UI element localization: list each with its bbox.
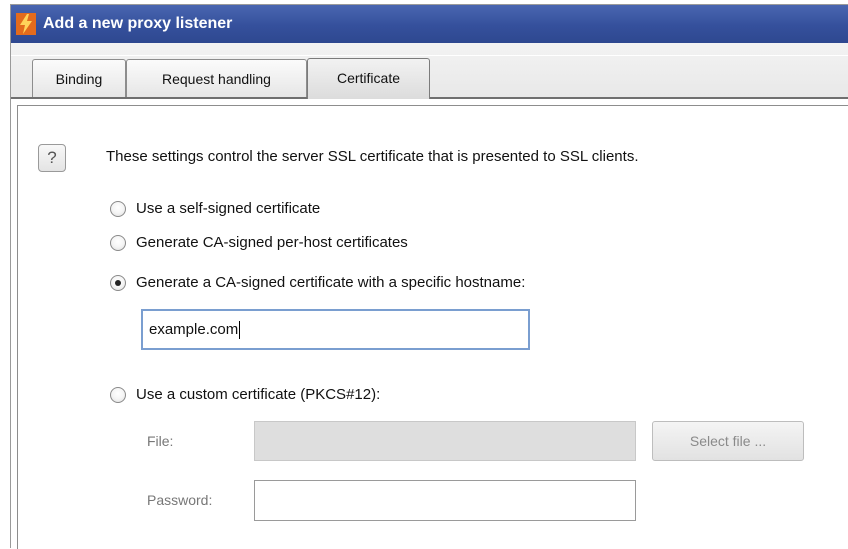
option-custom-certificate-label: Use a custom certificate (PKCS#12): xyxy=(136,386,381,403)
help-button[interactable]: ? xyxy=(38,144,66,172)
certificate-description: These settings control the server SSL ce… xyxy=(106,148,639,165)
radio-custom-certificate[interactable] xyxy=(110,387,126,403)
file-label: File: xyxy=(147,433,174,449)
select-file-button[interactable]: Select file ... xyxy=(652,421,804,461)
hostname-value: example.com xyxy=(149,321,239,338)
tab-binding[interactable]: Binding xyxy=(32,59,126,97)
tab-request-handling[interactable]: Request handling xyxy=(126,59,307,97)
password-label: Password: xyxy=(147,492,213,508)
option-self-signed-label: Use a self-signed certificate xyxy=(136,200,321,217)
window-title: Add a new proxy listener xyxy=(43,15,233,32)
option-specific-hostname-label: Generate a CA-signed certificate with a … xyxy=(136,274,526,291)
file-input[interactable] xyxy=(254,421,636,461)
radio-specific-hostname[interactable] xyxy=(110,275,126,291)
option-per-host-label: Generate CA-signed per-host certificates xyxy=(136,234,408,251)
text-cursor xyxy=(239,321,241,340)
lightning-app-icon xyxy=(16,13,36,35)
title-bar: Add a new proxy listener xyxy=(11,5,848,43)
tab-strip-highlight xyxy=(11,55,848,56)
hostname-input[interactable]: example.com xyxy=(141,309,530,350)
radio-self-signed[interactable] xyxy=(110,201,126,217)
radio-per-host[interactable] xyxy=(110,235,126,251)
radio-selected-dot xyxy=(115,280,121,286)
tab-certificate[interactable]: Certificate xyxy=(307,58,430,99)
password-input[interactable] xyxy=(254,480,636,521)
